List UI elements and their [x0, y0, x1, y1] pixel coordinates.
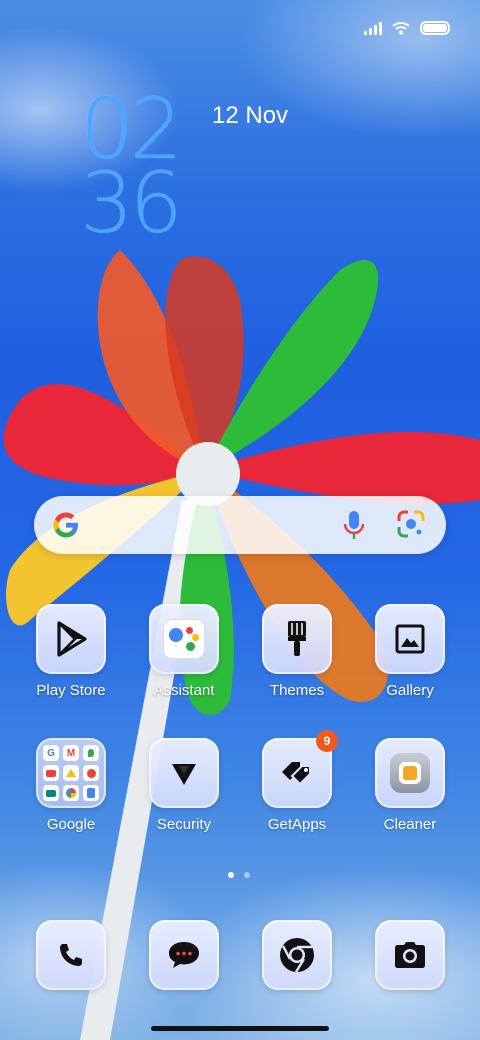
app-tile[interactable] — [375, 920, 445, 990]
app-getapps[interactable]: GetApps — [247, 738, 347, 848]
assistant-icon — [164, 620, 204, 658]
google-search-mini-icon: G — [43, 745, 59, 761]
dock-phone[interactable] — [21, 920, 121, 990]
dock-camera[interactable] — [360, 920, 460, 990]
page-indicator[interactable] — [228, 872, 250, 878]
app-tile[interactable] — [262, 604, 332, 674]
youtube-mini-icon — [43, 765, 59, 781]
app-label: Security — [156, 816, 212, 833]
app-tile[interactable] — [149, 920, 219, 990]
app-tile[interactable] — [36, 604, 106, 674]
status-bar — [364, 14, 450, 42]
app-label: Gallery — [386, 682, 434, 699]
app-cleaner[interactable]: Cleaner — [360, 738, 460, 848]
wifi-icon — [392, 22, 410, 35]
gallery-icon — [395, 624, 425, 654]
clock-widget[interactable]: 02 36 — [80, 87, 183, 252]
page-dot[interactable] — [244, 872, 250, 878]
app-themes[interactable]: Themes — [247, 604, 347, 714]
app-tile[interactable] — [36, 920, 106, 990]
app-tile[interactable] — [375, 604, 445, 674]
messages-icon — [169, 942, 199, 968]
app-label: Google — [46, 816, 96, 833]
paintbrush-icon — [288, 621, 306, 656]
camera-icon — [395, 942, 425, 968]
cleaner-icon — [390, 753, 430, 793]
getapps-icon — [282, 762, 311, 786]
app-tile[interactable] — [262, 920, 332, 990]
app-label: Cleaner — [383, 816, 437, 833]
files-mini-icon — [83, 785, 99, 801]
app-tile[interactable]: G M — [36, 738, 106, 808]
google-lens-icon[interactable] — [396, 509, 426, 541]
battery-icon — [420, 21, 450, 35]
app-label: GetApps — [267, 816, 327, 833]
security-icon — [172, 764, 196, 785]
app-security[interactable]: Security — [134, 738, 234, 848]
phone-icon — [60, 944, 82, 966]
meet-mini-icon — [43, 785, 59, 801]
home-indicator[interactable] — [151, 1026, 329, 1031]
page-dot-active[interactable] — [228, 872, 234, 878]
app-play-store[interactable]: Play Store — [21, 604, 121, 714]
clock-minutes: 36 — [80, 154, 183, 252]
voice-search-mic-icon[interactable] — [342, 509, 366, 541]
app-gallery[interactable]: Gallery — [360, 604, 460, 714]
app-assistant[interactable]: Assistant — [134, 604, 234, 714]
app-tile[interactable] — [149, 604, 219, 674]
youtube-music-mini-icon — [83, 765, 99, 781]
gmail-mini-icon: M — [63, 745, 79, 761]
dock-messages[interactable] — [134, 920, 234, 990]
app-google-folder[interactable]: G M Google — [21, 738, 121, 848]
battery-level — [423, 24, 447, 32]
app-tile[interactable] — [149, 738, 219, 808]
chrome-icon — [280, 938, 314, 973]
drive-mini-icon — [63, 765, 79, 781]
google-search-bar[interactable] — [34, 496, 446, 554]
app-label: Assistant — [153, 682, 215, 699]
photos-mini-icon — [63, 785, 79, 801]
play-store-icon — [57, 621, 87, 657]
date-label[interactable]: 12 Nov — [212, 102, 288, 130]
google-folder-icon: G M — [43, 745, 99, 801]
notification-badge: 9 — [316, 730, 338, 752]
google-g-icon — [53, 512, 78, 538]
app-tile[interactable] — [375, 738, 445, 808]
cellular-signal-icon — [364, 21, 382, 35]
app-label: Themes — [269, 682, 325, 699]
app-label: Play Store — [36, 682, 106, 699]
maps-mini-icon — [83, 745, 99, 761]
dock-chrome[interactable] — [247, 920, 347, 990]
